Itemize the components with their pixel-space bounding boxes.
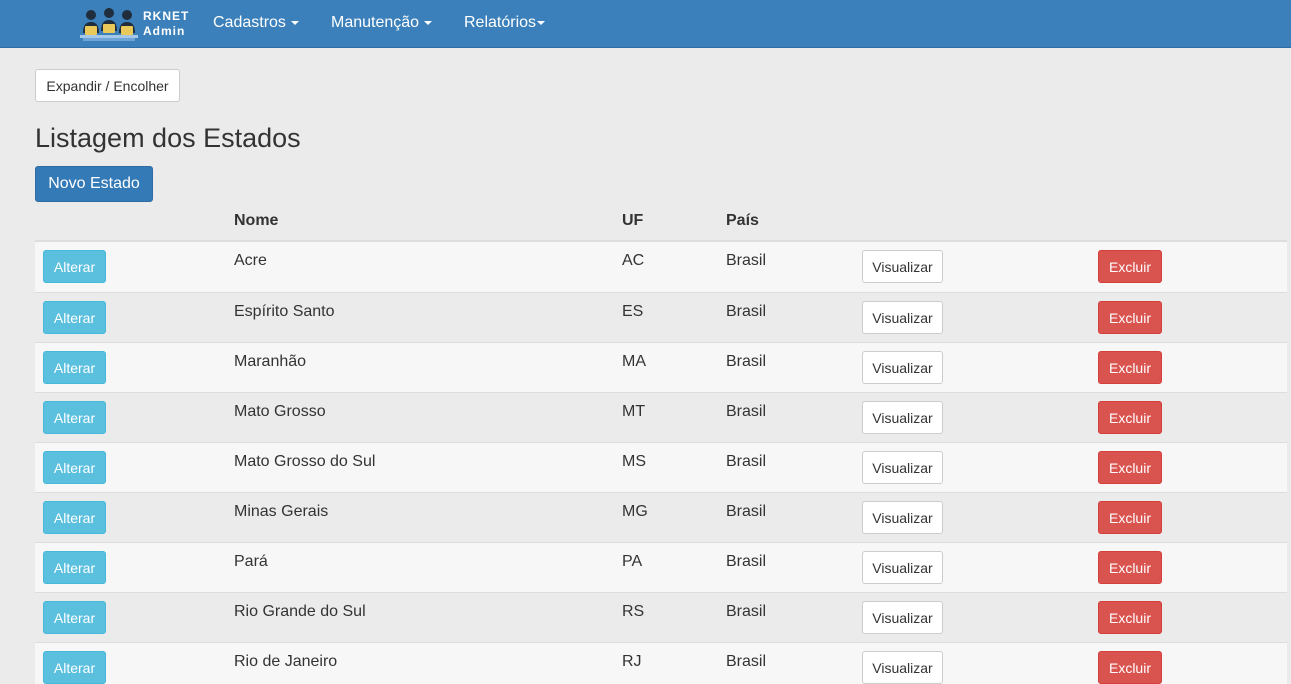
brand-text: RKNET Admin (143, 9, 189, 39)
cell-uf: AC (622, 252, 645, 269)
nav-relatorios[interactable]: Relatórios (464, 0, 546, 48)
brand[interactable]: RKNET Admin (80, 6, 189, 42)
brand-line-1: RKNET (143, 9, 190, 23)
table-row: Alterar Acre AC Brasil Visualizar Exclui… (35, 242, 1287, 292)
table-row: Alterar Pará PA Brasil Visualizar Exclui… (35, 542, 1287, 592)
table-row: Alterar Espírito Santo ES Brasil Visuali… (35, 292, 1287, 342)
view-button[interactable]: Visualizar (862, 250, 943, 283)
column-header-nome: Nome (234, 212, 279, 229)
nav-relatorios-label: Relatórios (464, 14, 537, 31)
table-row: Alterar Mato Grosso do Sul MS Brasil Vis… (35, 442, 1287, 492)
cell-nome: Acre (234, 252, 267, 269)
expand-collapse-button[interactable]: Expandir / Encolher (35, 69, 180, 102)
caret-down-icon (537, 20, 546, 25)
edit-button[interactable]: Alterar (43, 451, 106, 484)
view-button[interactable]: Visualizar (862, 501, 943, 534)
caret-down-icon (424, 20, 433, 25)
view-button[interactable]: Visualizar (862, 651, 943, 684)
cell-uf: MG (622, 503, 648, 520)
view-button[interactable]: Visualizar (862, 351, 943, 384)
cell-nome: Mato Grosso (234, 403, 326, 420)
nav-cadastros-label: Cadastros (213, 14, 286, 31)
view-button[interactable]: Visualizar (862, 401, 943, 434)
page-title: Listagem dos Estados (35, 123, 301, 153)
edit-button[interactable]: Alterar (43, 501, 106, 534)
table-row: Alterar Minas Gerais MG Brasil Visualiza… (35, 492, 1287, 542)
caret-down-icon (290, 20, 299, 25)
cell-nome: Rio de Janeiro (234, 653, 338, 670)
edit-button[interactable]: Alterar (43, 601, 106, 634)
states-table-body: Alterar Acre AC Brasil Visualizar Exclui… (35, 242, 1287, 684)
cell-nome: Rio Grande do Sul (234, 603, 366, 620)
cell-uf: RJ (622, 653, 642, 670)
cell-uf: MS (622, 453, 646, 470)
cell-pais: Brasil (726, 303, 767, 320)
delete-button[interactable]: Excluir (1098, 501, 1162, 534)
cell-nome: Pará (234, 553, 268, 570)
table-row: Alterar Rio de Janeiro RJ Brasil Visuali… (35, 642, 1287, 684)
delete-button[interactable]: Excluir (1098, 250, 1162, 283)
cell-pais: Brasil (726, 403, 767, 420)
cell-pais: Brasil (726, 353, 767, 370)
edit-button[interactable]: Alterar (43, 301, 106, 334)
delete-button[interactable]: Excluir (1098, 301, 1162, 334)
edit-button[interactable]: Alterar (43, 351, 106, 384)
top-navbar: RKNET Admin Cadastros Manutenção Relatór… (0, 0, 1291, 48)
new-state-button[interactable]: Novo Estado (35, 166, 153, 202)
table-row: Alterar Rio Grande do Sul RS Brasil Visu… (35, 592, 1287, 642)
edit-button[interactable]: Alterar (43, 250, 106, 283)
edit-button[interactable]: Alterar (43, 401, 106, 434)
cell-nome: Maranhão (234, 353, 307, 370)
view-button[interactable]: Visualizar (862, 601, 943, 634)
view-button[interactable]: Visualizar (862, 301, 943, 334)
nav-manutencao-label: Manutenção (331, 14, 420, 31)
cell-uf: ES (622, 303, 644, 320)
nav-manutencao[interactable]: Manutenção (331, 0, 433, 48)
edit-button[interactable]: Alterar (43, 651, 106, 684)
cell-uf: MA (622, 353, 646, 370)
view-button[interactable]: Visualizar (862, 551, 943, 584)
cell-pais: Brasil (726, 553, 767, 570)
cell-pais: Brasil (726, 503, 767, 520)
delete-button[interactable]: Excluir (1098, 351, 1162, 384)
cell-uf: RS (622, 603, 645, 620)
cell-nome: Minas Gerais (234, 503, 329, 520)
cell-pais: Brasil (726, 453, 767, 470)
edit-button[interactable]: Alterar (43, 551, 106, 584)
delete-button[interactable]: Excluir (1098, 601, 1162, 634)
delete-button[interactable]: Excluir (1098, 551, 1162, 584)
brand-logo (80, 8, 138, 41)
column-header-uf: UF (622, 212, 644, 229)
table-row: Alterar Mato Grosso MT Brasil Visualizar… (35, 392, 1287, 442)
cell-pais: Brasil (726, 252, 767, 269)
table-row: Alterar Maranhão MA Brasil Visualizar Ex… (35, 342, 1287, 392)
nav-cadastros[interactable]: Cadastros (213, 0, 299, 48)
cell-uf: PA (622, 553, 643, 570)
delete-button[interactable]: Excluir (1098, 651, 1162, 684)
cell-pais: Brasil (726, 653, 767, 670)
view-button[interactable]: Visualizar (862, 451, 943, 484)
column-header-pais: País (726, 212, 759, 229)
cell-pais: Brasil (726, 603, 767, 620)
cell-nome: Mato Grosso do Sul (234, 453, 376, 470)
delete-button[interactable]: Excluir (1098, 451, 1162, 484)
cell-nome: Espírito Santo (234, 303, 335, 320)
brand-line-2: Admin (143, 24, 186, 38)
delete-button[interactable]: Excluir (1098, 401, 1162, 434)
cell-uf: MT (622, 403, 646, 420)
